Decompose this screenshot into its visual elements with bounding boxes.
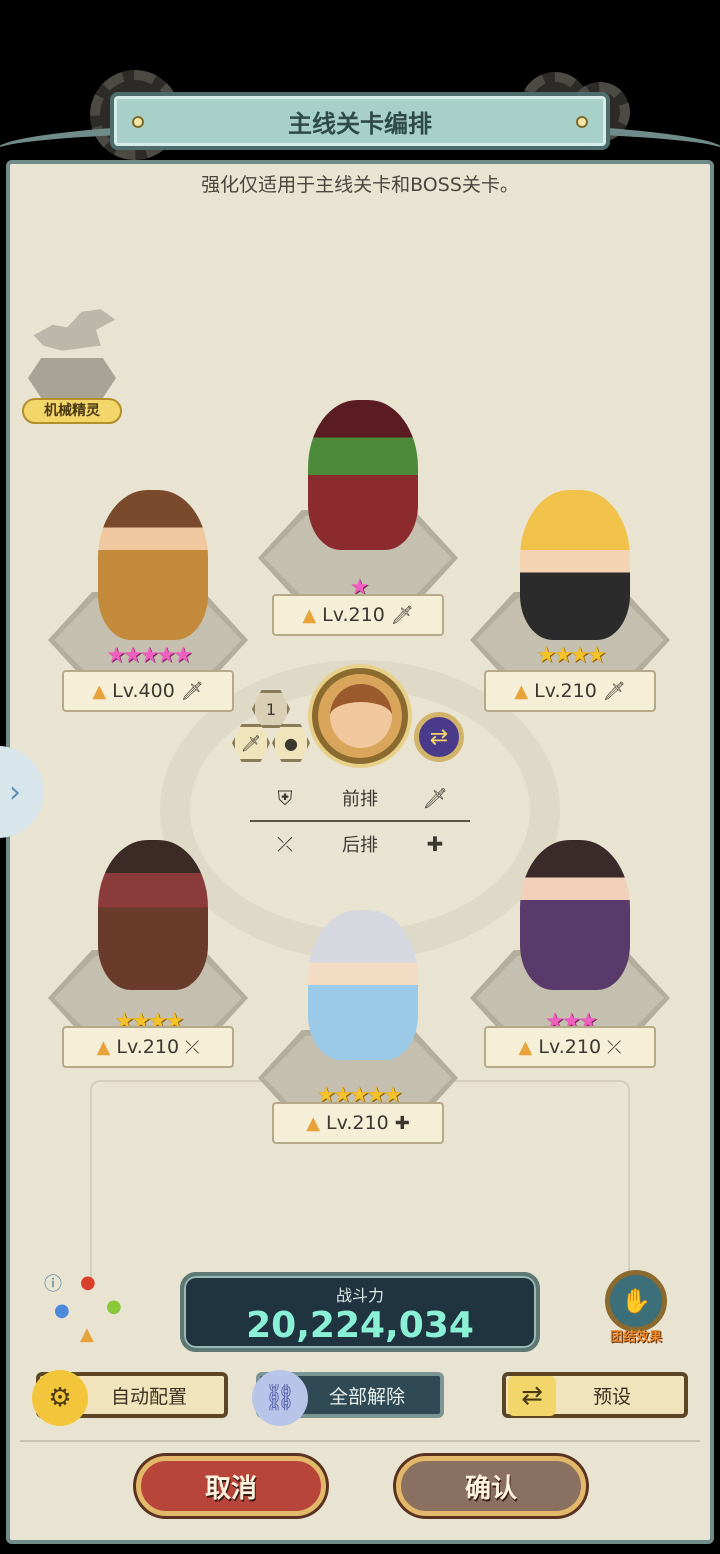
hero-level: Lv.210 — [534, 680, 597, 702]
level-box: ▲ Lv.210 ✚ — [272, 1102, 444, 1144]
back-row-label: 后排 — [342, 835, 378, 856]
leader-face — [330, 684, 392, 748]
auto-assign-label: 自动配置 — [110, 1385, 187, 1408]
wind-element-icon: ● — [106, 1296, 122, 1317]
sword-icon: 🗡 — [180, 680, 204, 702]
confirm-button[interactable]: 确认 — [396, 1456, 586, 1516]
hero-slot-3[interactable]: ★★★★ ▲ Lv.210 🗡 — [470, 490, 670, 720]
gear-icon: ⚙ — [32, 1370, 88, 1426]
orb-icon: ● — [284, 733, 298, 753]
hero-portrait — [520, 490, 630, 640]
level-box: ▲ Lv.400 🗡 — [62, 670, 234, 712]
hero-slot-4[interactable]: ★★★★ ▲ Lv.210 ⤫ — [48, 840, 248, 1070]
plus-icon: ✚ — [394, 1112, 410, 1134]
synergy-label: 团结效果 — [609, 1330, 662, 1345]
fire-element-icon: ▲ — [302, 604, 317, 626]
fire-element-icon: ▲ — [92, 680, 107, 702]
star-rating: ★★★★ — [536, 643, 607, 668]
hero-level: Lv.210 — [538, 1036, 602, 1058]
chevron-right-icon: › — [9, 774, 21, 810]
level-box: ▲ Lv.210 ⤫ — [484, 1026, 656, 1068]
hero-portrait — [98, 840, 208, 990]
hero-level: Lv.210 — [116, 1036, 180, 1058]
rivet-left — [132, 116, 144, 128]
swap-leader-button[interactable]: ⇄ — [414, 712, 464, 762]
cancel-button[interactable]: 取消 — [136, 1456, 326, 1516]
fire-element-icon: ● — [80, 1272, 96, 1293]
title-plate: 主线关卡编排 — [110, 92, 610, 150]
element-wheel[interactable]: ⓘ ● ● ● ▲ — [40, 1268, 130, 1348]
page-subtitle: 强化仅适用于主线关卡和BOSS关卡。 — [201, 174, 519, 196]
chain-icon: ⛓ — [252, 1370, 308, 1426]
cancel-label: 取消 — [204, 1473, 257, 1504]
info-icon[interactable]: ⓘ — [44, 1270, 62, 1296]
hero-portrait — [98, 490, 208, 640]
sword-icon: 🗡 — [240, 733, 262, 753]
sword-icon: 🗡 — [390, 604, 414, 626]
legend-front-row: ⛨ 前排 🗡 — [270, 780, 450, 816]
bottom-divider — [20, 1440, 700, 1442]
star-rating: ★★★★★ — [106, 643, 193, 668]
synergy-effect-button[interactable]: ✋ 团结效果 — [600, 1270, 672, 1350]
water-element-icon: ● — [54, 1300, 70, 1321]
hero-portrait — [520, 840, 630, 990]
confirm-label: 确认 — [464, 1473, 517, 1504]
fire-element-icon: ▲ — [518, 1036, 533, 1058]
combat-power-label: 战斗力 — [335, 1286, 384, 1305]
hero-level: Lv.210 — [322, 604, 385, 626]
clear-all-label: 全部解除 — [328, 1385, 405, 1408]
level-box: ▲ Lv.210 ⤫ — [62, 1026, 234, 1068]
hero-portrait — [308, 910, 418, 1060]
preset-button[interactable]: ⇄ 预设 — [502, 1372, 688, 1418]
level-box: ▲ Lv.210 🗡 — [272, 594, 444, 636]
leader-rank: 1 — [265, 699, 277, 719]
combat-power-box: 战斗力 20,224,034 — [180, 1272, 540, 1352]
earth-element-icon: ▲ — [80, 1324, 94, 1345]
legend-divider — [250, 820, 470, 822]
legend-back-row: ⤫ 后排 ✚ — [270, 826, 450, 862]
mech-spirit-pedestal — [28, 358, 116, 398]
crossed-arrows-icon: ⤫ — [185, 1036, 200, 1058]
auto-assign-button[interactable]: ⚙ 自动配置 — [32, 1370, 228, 1426]
hero-level: Lv.210 — [326, 1112, 389, 1134]
sword-icon: 🗡 — [602, 680, 626, 702]
clear-all-button[interactable]: ⛓ 全部解除 — [252, 1370, 444, 1426]
hero-level: Lv.400 — [112, 680, 175, 702]
preset-label: 预设 — [592, 1385, 631, 1408]
hero-slot-6[interactable]: ★★★ ▲ Lv.210 ⤫ — [470, 840, 670, 1070]
rivet-right — [576, 116, 588, 128]
fire-element-icon: ▲ — [96, 1036, 111, 1058]
crossed-arrows-icon: ⤫ — [607, 1036, 622, 1058]
formation-screen: 主线关卡编排 强化仅适用于主线关卡和BOSS关卡。 机械精灵 › ★★★★★ ▲… — [0, 0, 720, 1554]
level-box: ▲ Lv.210 🗡 — [484, 670, 656, 712]
front-row-label: 前排 — [342, 789, 378, 810]
fire-element-icon: ▲ — [306, 1112, 321, 1134]
swap-icon: ⇄ — [429, 724, 449, 750]
leader-hero-portrait[interactable] — [312, 668, 408, 764]
hero-portrait — [308, 400, 418, 550]
plus-icon: ✚ — [426, 832, 444, 856]
hero-slot-2[interactable]: ★ ▲ Lv.210 🗡 — [258, 380, 458, 640]
page-title: 主线关卡编排 — [288, 109, 432, 138]
combat-power-value: 20,224,034 — [246, 1305, 474, 1346]
swap-icon: ⇄ — [508, 1376, 556, 1416]
sword-icon: 🗡 — [422, 786, 448, 810]
shield-icon: ⛨ — [277, 786, 293, 810]
hero-slot-1[interactable]: ★★★★★ ▲ Lv.400 🗡 — [48, 490, 248, 720]
mech-spirit-label: 机械精灵 — [22, 398, 122, 424]
mech-spirit-slot[interactable]: 机械精灵 — [20, 300, 124, 430]
hero-slot-5[interactable]: ★★★★★ ▲ Lv.210 ✚ — [258, 910, 458, 1150]
fire-element-icon: ▲ — [514, 680, 529, 702]
handshake-icon: ✋ — [605, 1270, 667, 1332]
mech-spirit-silhouette — [33, 309, 116, 351]
crossed-arrows-icon: ⤫ — [277, 832, 293, 856]
